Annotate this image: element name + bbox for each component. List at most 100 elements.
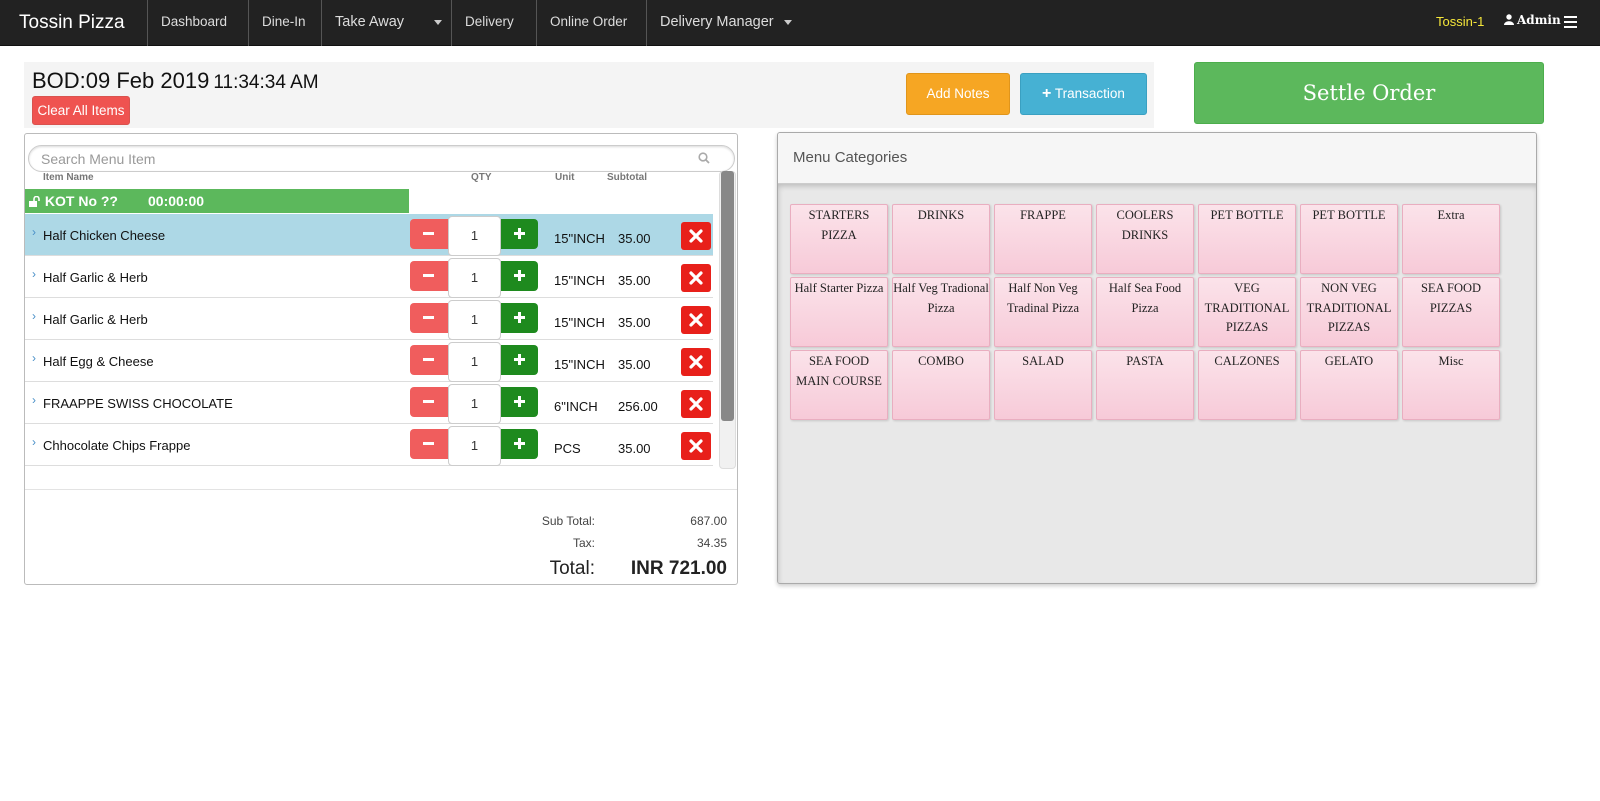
item-name: FRAAPPE SWISS CHOCOLATE	[43, 396, 233, 411]
category-tile[interactable]: SALAD	[994, 350, 1092, 420]
decrease-qty-button[interactable]	[410, 345, 448, 375]
column-subtotal: Subtotal	[607, 172, 647, 183]
increase-qty-button[interactable]	[501, 345, 538, 375]
nav-dine-in-label: Dine-In	[262, 14, 306, 29]
settle-order-button[interactable]: Settle Order	[1194, 62, 1544, 124]
category-tile[interactable]: Half Sea Food Pizza	[1096, 277, 1194, 347]
nav-dine-in[interactable]: Dine-In	[248, 0, 321, 46]
nav-online-order[interactable]: Online Order	[536, 0, 646, 46]
category-tile[interactable]: Half Starter Pizza	[790, 277, 888, 347]
transaction-button[interactable]: + Transaction	[1020, 73, 1147, 115]
quantity-field[interactable]: 1	[448, 258, 501, 298]
remove-item-button[interactable]	[681, 432, 711, 460]
menu-categories-panel: Menu Categories STARTERS PIZZA DRINKS FRAP…	[777, 132, 1537, 584]
clear-all-items-button[interactable]: Clear All Items	[32, 96, 130, 125]
order-items-list: › Half Chicken Cheese 1 15"INCH 35.00 › Half G…	[25, 214, 713, 466]
nav-take-away-label: Take Away	[335, 14, 405, 30]
category-tile[interactable]: CALZONES	[1198, 350, 1296, 420]
remove-item-button[interactable]	[681, 390, 711, 418]
chevron-right-icon[interactable]: ›	[32, 351, 36, 365]
user-menu[interactable]: Admin	[1504, 13, 1561, 27]
category-tile[interactable]: GELATO	[1300, 350, 1398, 420]
increase-qty-button[interactable]	[501, 387, 538, 417]
remove-item-button[interactable]	[681, 306, 711, 334]
chevron-right-icon[interactable]: ›	[32, 393, 36, 407]
category-tile[interactable]: Half Non Veg Tradinal Pizza	[994, 277, 1092, 347]
item-unit: 15"INCH	[554, 231, 605, 246]
item-subtotal: 256.00	[618, 399, 658, 414]
store-name[interactable]: Tossin-1	[1436, 14, 1484, 29]
category-tile[interactable]: PASTA	[1096, 350, 1194, 420]
search-input[interactable]	[29, 146, 669, 171]
kot-timer: 00:00:00	[148, 193, 205, 209]
business-date: BOD:09 Feb 2019 11:34:34 AM	[32, 68, 319, 94]
sub-total-label: Sub Total:	[541, 514, 595, 528]
order-item-row[interactable]: › Half Egg & Cheese 1 15"INCH 35.00	[25, 340, 713, 382]
decrease-qty-button[interactable]	[410, 387, 448, 417]
item-unit: PCS	[554, 441, 581, 456]
nav-take-away[interactable]: Take Away	[321, 0, 451, 46]
caret-down-icon	[434, 19, 443, 25]
add-notes-button[interactable]: Add Notes	[906, 73, 1010, 115]
category-tile[interactable]: PET BOTTLE	[1198, 204, 1296, 274]
quantity-field[interactable]: 1	[448, 300, 501, 340]
quantity-field[interactable]: 1	[448, 426, 501, 466]
category-tile[interactable]: COOLERS DRINKS	[1096, 204, 1194, 274]
category-tile[interactable]: Half Veg Tradional Pizza	[892, 277, 990, 347]
item-subtotal: 35.00	[618, 315, 651, 330]
order-item-row[interactable]: › FRAAPPE SWISS CHOCOLATE 1 6"INCH 256.00	[25, 382, 713, 424]
remove-item-button[interactable]	[681, 348, 711, 376]
scrollbar-thumb[interactable]	[721, 171, 734, 421]
category-tile[interactable]: VEG TRADITIONAL PIZZAS	[1198, 277, 1296, 347]
category-tile[interactable]: SEA FOOD PIZZAS	[1402, 277, 1500, 347]
category-tile[interactable]: NON VEG TRADITIONAL PIZZAS	[1300, 277, 1398, 347]
remove-item-button[interactable]	[681, 264, 711, 292]
chevron-right-icon[interactable]: ›	[32, 267, 36, 281]
decrease-qty-button[interactable]	[410, 429, 448, 459]
increase-qty-button[interactable]	[501, 219, 538, 249]
order-item-row[interactable]: › Chhocolate Chips Frappe 1 PCS 35.00	[25, 424, 713, 466]
category-tile[interactable]: SEA FOOD MAIN COURSE	[790, 350, 888, 420]
category-tile[interactable]: DRINKS	[892, 204, 990, 274]
increase-qty-button[interactable]	[501, 261, 538, 291]
search-icon[interactable]	[698, 152, 710, 164]
nav-online-order-label: Online Order	[550, 14, 628, 29]
item-unit: 15"INCH	[554, 357, 605, 372]
order-header: BOD:09 Feb 2019 11:34:34 AM Clear All Ite…	[24, 62, 1154, 128]
category-tile[interactable]: Misc	[1402, 350, 1500, 420]
decrease-qty-button[interactable]	[410, 261, 448, 291]
user-name: Admin	[1517, 13, 1561, 27]
order-item-row[interactable]: › Half Garlic & Herb 1 15"INCH 35.00	[25, 256, 713, 298]
menu-categories-grid: STARTERS PIZZA DRINKS FRAPPE COOLERS DRINKS…	[778, 184, 1536, 583]
nav-delivery-manager[interactable]: Delivery Manager	[646, 0, 796, 46]
category-tile[interactable]: Extra	[1402, 204, 1500, 274]
item-name: Half Garlic & Herb	[43, 270, 148, 285]
decrease-qty-button[interactable]	[410, 303, 448, 333]
hamburger-menu-icon[interactable]	[1564, 16, 1577, 28]
order-item-row[interactable]: › Half Chicken Cheese 1 15"INCH 35.00	[25, 214, 713, 256]
quantity-field[interactable]: 1	[448, 216, 501, 256]
chevron-right-icon[interactable]: ›	[32, 309, 36, 323]
decrease-qty-button[interactable]	[410, 219, 448, 249]
chevron-right-icon[interactable]: ›	[32, 225, 36, 239]
increase-qty-button[interactable]	[501, 303, 538, 333]
nav-dashboard-label: Dashboard	[161, 14, 228, 29]
close-icon	[689, 271, 703, 285]
search-box	[28, 145, 735, 172]
category-tile[interactable]: FRAPPE	[994, 204, 1092, 274]
nav-delivery[interactable]: Delivery	[451, 0, 536, 46]
order-item-row[interactable]: › Half Garlic & Herb 1 15"INCH 35.00	[25, 298, 713, 340]
quantity-field[interactable]: 1	[448, 384, 501, 424]
remove-item-button[interactable]	[681, 222, 711, 250]
quantity-field[interactable]: 1	[448, 342, 501, 382]
category-tile[interactable]: PET BOTTLE	[1300, 204, 1398, 274]
nav-dashboard[interactable]: Dashboard	[147, 0, 248, 46]
divider	[25, 489, 737, 490]
increase-qty-button[interactable]	[501, 429, 538, 459]
chevron-right-icon[interactable]: ›	[32, 435, 36, 449]
category-tile[interactable]: STARTERS PIZZA	[790, 204, 888, 274]
brand-name[interactable]: Tossin Pizza	[0, 0, 148, 46]
tax-value: 34.35	[696, 536, 727, 550]
category-tile[interactable]: COMBO	[892, 350, 990, 420]
column-item-name: Item Name	[43, 172, 94, 183]
